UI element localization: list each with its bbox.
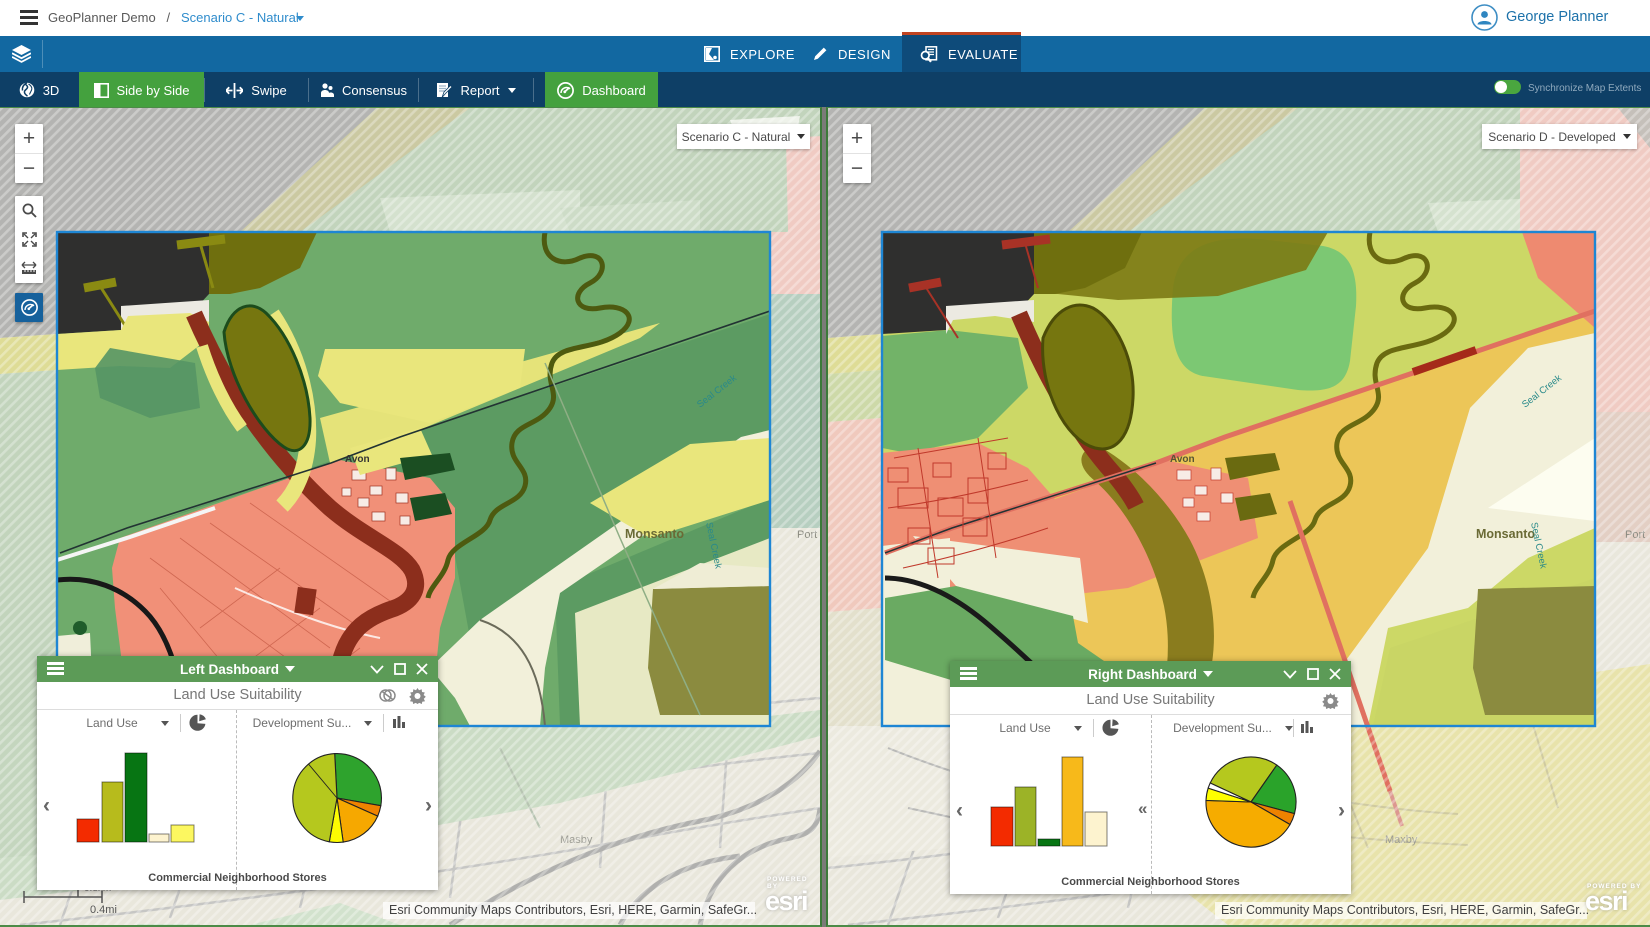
svg-text:Monsanto: Monsanto (1476, 527, 1535, 541)
svg-text:Avon: Avon (345, 454, 370, 465)
svg-text:0.4mi: 0.4mi (90, 904, 117, 915)
svg-text:Avon: Avon (1170, 454, 1195, 465)
svg-text:Monsanto: Monsanto (625, 527, 684, 541)
